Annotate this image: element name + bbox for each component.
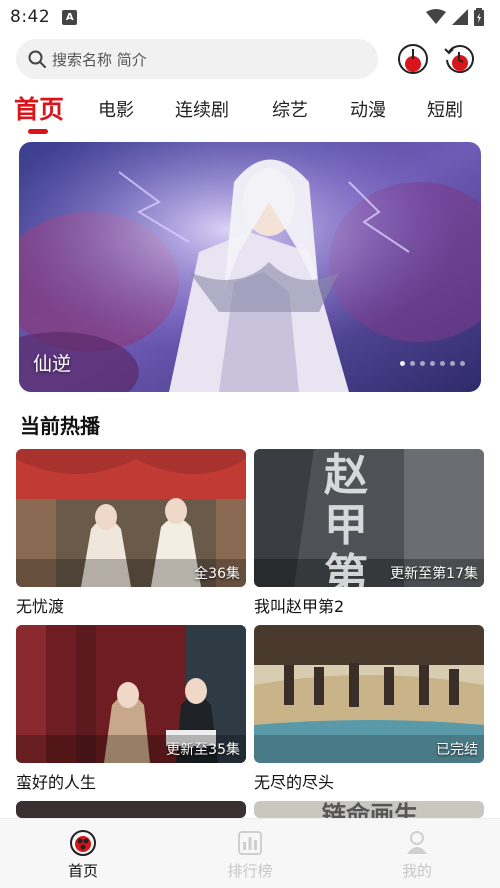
tab-anime[interactable]: 动漫 [350, 96, 386, 122]
video-title: 蛮好的人生 [16, 773, 97, 792]
status-icons [426, 8, 484, 26]
video-card[interactable]: 全36集 无忧渡 [16, 449, 246, 617]
video-poster: 更新至35集 [16, 625, 246, 763]
bottom-navigation: 首页 排行榜 我的 [0, 818, 500, 888]
video-card[interactable]: 已完结 无尽的尽头 [254, 625, 484, 793]
carousel-dot[interactable] [410, 361, 415, 366]
episode-badge: 已完结 [436, 742, 478, 758]
category-tabs: 首页 电影 连续剧 综艺 动漫 短剧 [0, 88, 500, 138]
video-poster: 已完结 [254, 625, 484, 763]
search-row: 搜索名称 简介 [16, 38, 484, 80]
wifi-icon [426, 9, 446, 24]
search-icon [28, 50, 46, 68]
video-poster: 链命画生 [254, 801, 484, 818]
poster-title-text: 链命画生 [322, 801, 418, 818]
video-card[interactable]: 链命画生 [254, 801, 484, 818]
video-poster: 赵甲第 更新至第17集 [254, 449, 484, 587]
video-poster [16, 801, 246, 818]
nav-home[interactable]: 首页 [43, 829, 123, 881]
poster-title-text: 赵甲第 [324, 450, 368, 588]
search-placeholder: 搜索名称 简介 [52, 50, 147, 69]
video-card[interactable] [16, 801, 246, 818]
video-title: 无尽的尽头 [254, 773, 335, 792]
video-card[interactable]: 赵甲第 更新至第17集 我叫赵甲第2 [254, 449, 484, 617]
carousel-dot[interactable] [420, 361, 425, 366]
tab-variety[interactable]: 综艺 [272, 96, 308, 122]
status-bar: 8:42 A [0, 0, 500, 34]
carousel-dot[interactable] [460, 361, 465, 366]
notification-icon: A [62, 9, 78, 25]
profile-icon [407, 831, 427, 854]
episode-badge: 更新至35集 [166, 742, 240, 758]
carousel-indicator [400, 361, 465, 366]
video-poster: 全36集 [16, 449, 246, 587]
carousel-dot[interactable] [440, 361, 445, 366]
video-title: 无忧渡 [16, 597, 65, 616]
nav-label: 我的 [401, 862, 432, 880]
video-title: 我叫赵甲第2 [254, 597, 345, 616]
status-time: 8:42 [10, 7, 51, 27]
signal-icon [452, 9, 468, 25]
carousel-dot[interactable] [450, 361, 455, 366]
carousel-dot[interactable] [430, 361, 435, 366]
clock-icon [398, 44, 428, 74]
nav-label: 排行榜 [227, 862, 273, 880]
episode-badge: 更新至第17集 [390, 566, 478, 582]
video-card[interactable]: 更新至35集 蛮好的人生 [16, 625, 246, 793]
banner-image [19, 142, 481, 392]
rewind-clock-icon [444, 45, 474, 73]
active-tab-indicator [28, 129, 48, 134]
tab-short-drama[interactable]: 短剧 [427, 96, 463, 122]
nav-label: 首页 [67, 862, 98, 880]
home-icon [70, 830, 96, 856]
episode-badge: 全36集 [194, 566, 240, 582]
search-input[interactable]: 搜索名称 简介 [16, 39, 378, 79]
battery-icon [474, 8, 484, 26]
nav-ranking[interactable]: 排行榜 [210, 829, 290, 881]
tab-movies[interactable]: 电影 [98, 96, 134, 122]
section-title: 当前热播 [20, 414, 100, 438]
nav-profile[interactable]: 我的 [377, 829, 457, 881]
banner-title: 仙逆 [33, 353, 72, 375]
tab-series[interactable]: 连续剧 [175, 96, 229, 122]
tab-home[interactable]: 首页 [14, 90, 64, 126]
history-button[interactable] [396, 42, 430, 76]
featured-banner[interactable]: 仙逆 [19, 142, 481, 392]
watch-record-button[interactable] [442, 42, 476, 76]
carousel-dot[interactable] [400, 361, 405, 366]
ranking-icon [238, 831, 262, 855]
